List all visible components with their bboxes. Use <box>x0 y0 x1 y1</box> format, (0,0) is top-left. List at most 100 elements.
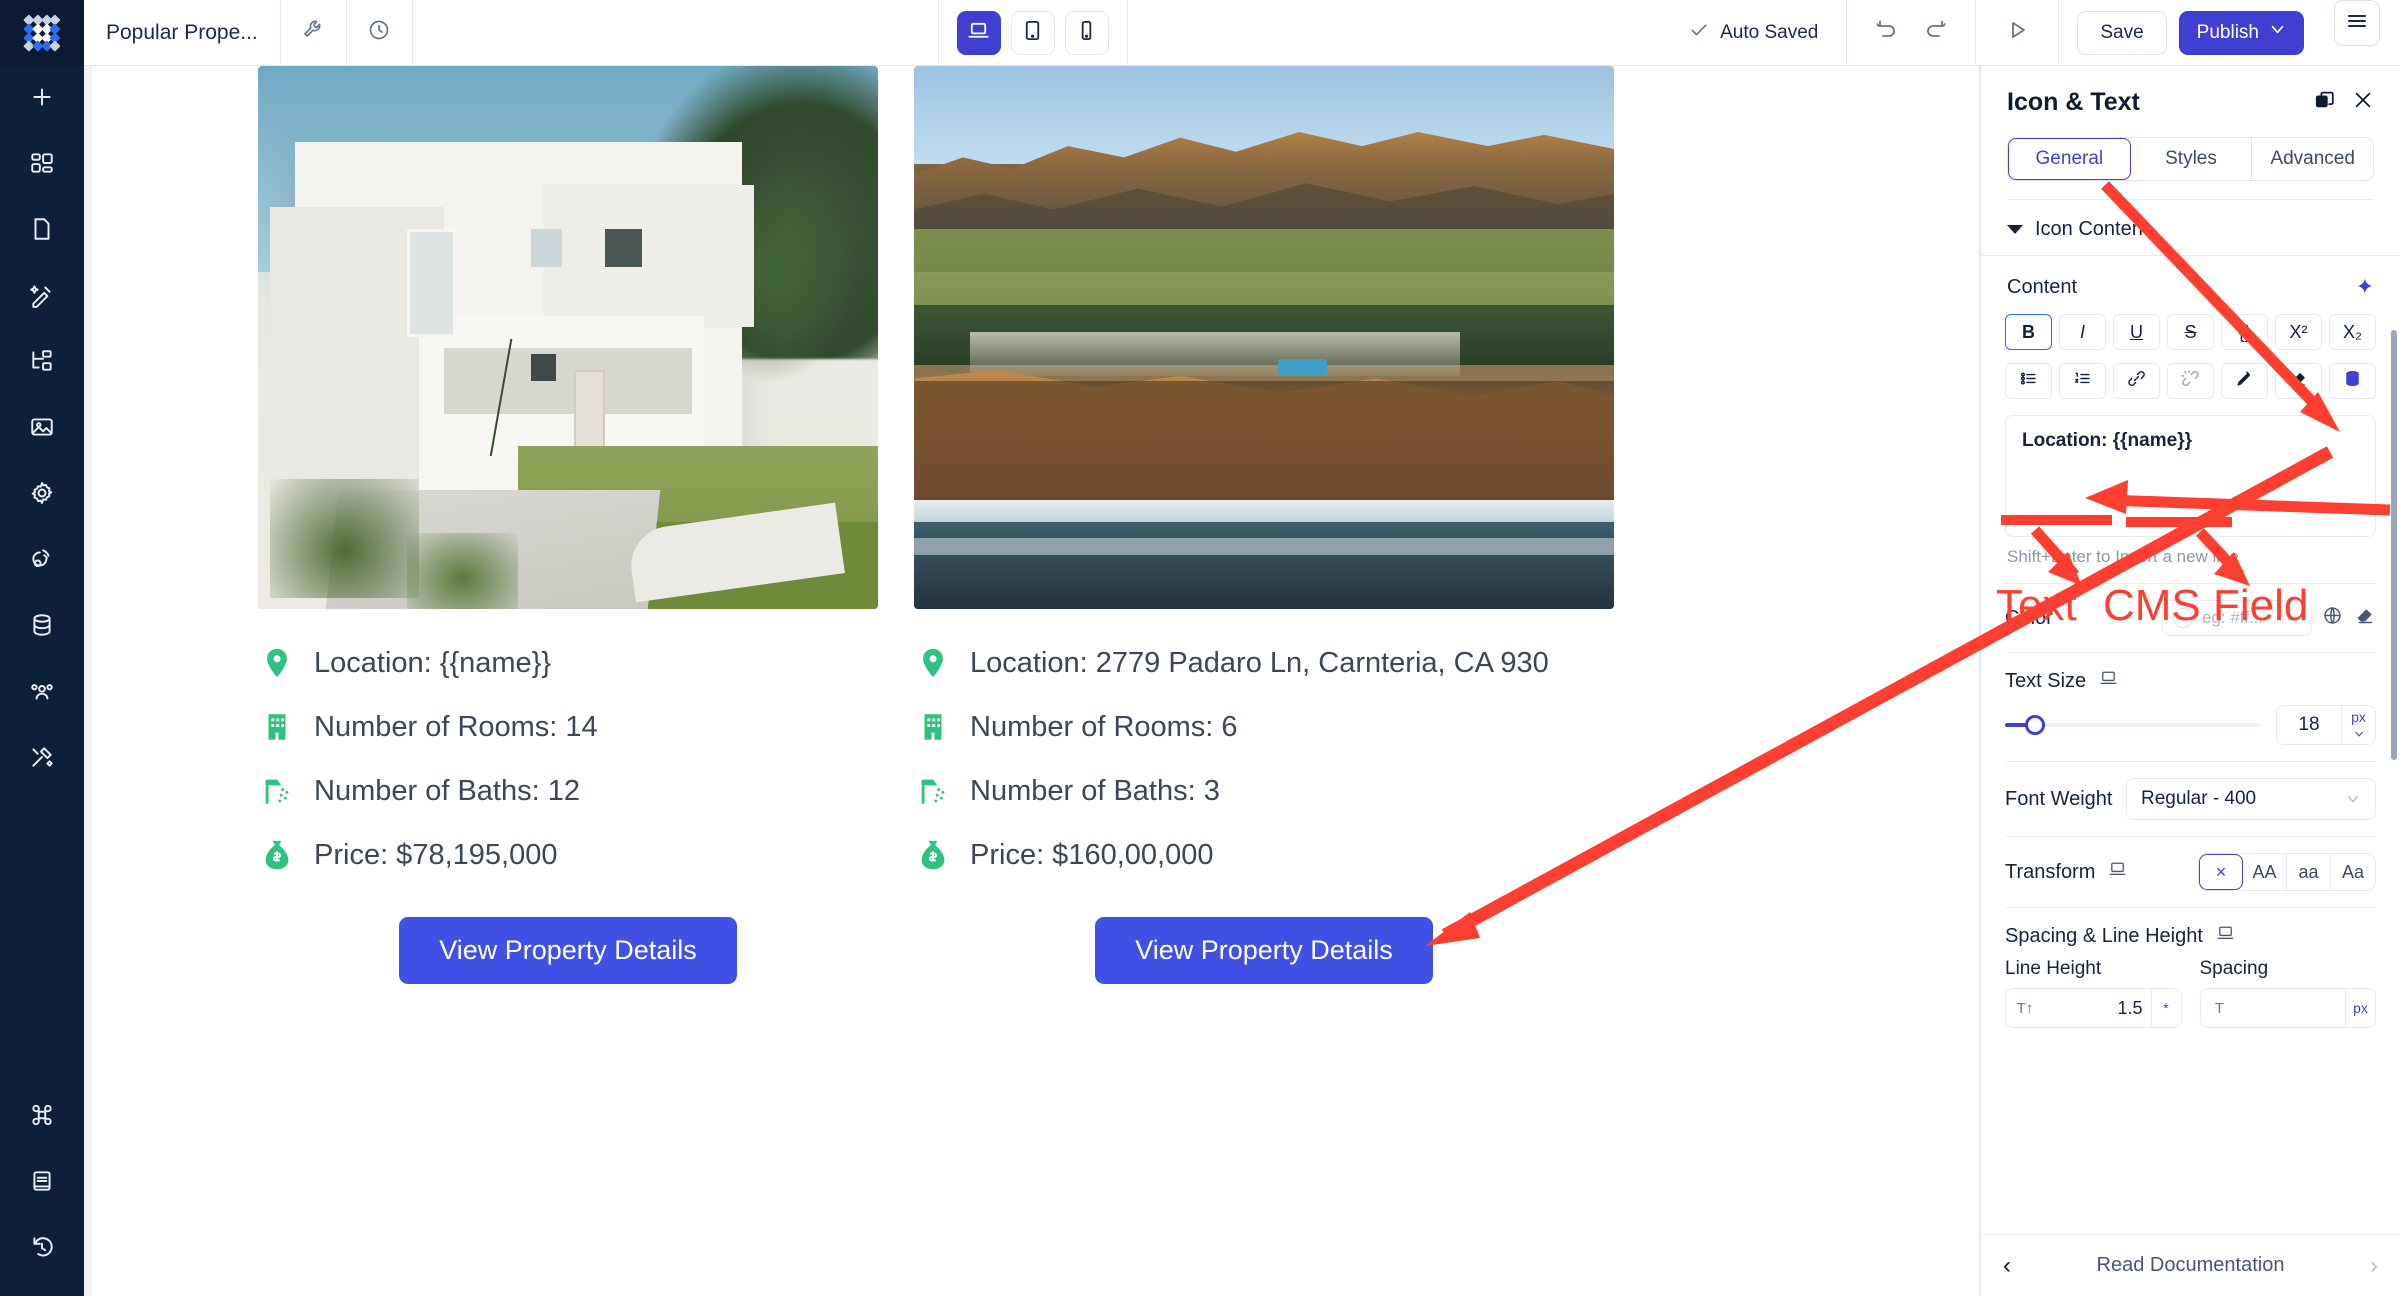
play-icon <box>2005 18 2029 47</box>
view-property-details-button[interactable]: View Property Details <box>1095 917 1433 984</box>
property-image[interactable] <box>258 66 878 609</box>
sidebar-item-users[interactable] <box>0 660 84 726</box>
sidebar-item-add[interactable] <box>0 66 84 132</box>
subscript-button[interactable]: X₂ <box>2329 314 2376 350</box>
sparkle-ai-icon[interactable]: ✦ <box>2356 274 2374 300</box>
read-documentation-link[interactable]: Read Documentation <box>2097 1254 2285 1277</box>
italic-button[interactable]: I <box>2059 314 2106 350</box>
transform-uppercase-button[interactable]: AA <box>2243 854 2287 890</box>
sidebar-item-database[interactable] <box>0 594 84 660</box>
text-size-unit[interactable]: px <box>2341 706 2375 744</box>
font-weight-select[interactable]: Regular - 400 <box>2126 778 2376 820</box>
slider-knob[interactable] <box>2025 715 2046 735</box>
link-button[interactable] <box>2113 363 2160 399</box>
chevron-left-icon[interactable]: ‹ <box>2003 1252 2011 1280</box>
view-property-details-button[interactable]: View Property Details <box>399 917 737 984</box>
sidebar-item-settings[interactable] <box>0 462 84 528</box>
location-pin-icon <box>258 646 296 680</box>
device-mobile-button[interactable] <box>1064 10 1109 55</box>
panel-scrollbar[interactable] <box>2391 330 2397 760</box>
settings-panel: Icon & Text General Styles Advanced Icon… <box>1980 66 2400 1296</box>
clear-format-button[interactable] <box>2275 363 2322 399</box>
eraser-icon[interactable] <box>2355 605 2376 631</box>
sidebar-item-layers[interactable] <box>0 330 84 396</box>
sidebar-item-design[interactable] <box>0 264 84 330</box>
property-card[interactable]: Location: {{name}} Number of Rooms: 14 N… <box>258 66 878 984</box>
sidebar-item-shortcuts[interactable] <box>0 1084 84 1150</box>
publish-button[interactable]: Publish <box>2178 10 2304 55</box>
preview-button-wrap <box>1976 0 2060 65</box>
app-logo[interactable] <box>0 0 84 66</box>
chevron-right-icon[interactable]: › <box>2370 1252 2378 1280</box>
line-height-input[interactable]: T↑ 1.5 * <box>2005 988 2182 1028</box>
chevron-down-icon <box>2353 725 2365 741</box>
device-desktop-button[interactable] <box>956 10 1001 55</box>
page-title[interactable]: Popular Prope... <box>84 0 281 65</box>
sidebar-item-docs[interactable] <box>0 1150 84 1216</box>
history-button[interactable] <box>347 0 413 65</box>
letter-spacing-input[interactable]: T px <box>2199 988 2376 1028</box>
bold-button[interactable]: B <box>2005 314 2052 350</box>
wrench-button[interactable] <box>281 0 347 65</box>
tab-advanced[interactable]: Advanced <box>2252 138 2373 180</box>
strikethrough-glyph: S <box>2184 321 2197 342</box>
redo-button[interactable] <box>1915 12 1957 54</box>
numbered-list-button[interactable] <box>2059 363 2106 399</box>
unlink-icon <box>2181 369 2200 393</box>
transform-capitalize-button[interactable]: Aa <box>2331 854 2375 890</box>
meta-row-rooms: Number of Rooms: 6 <box>914 695 1614 759</box>
cms-field-button[interactable] <box>2329 363 2376 399</box>
code-glyph: {} <box>2238 321 2251 342</box>
code-button[interactable]: {} <box>2221 314 2268 350</box>
highlighter-button[interactable] <box>2221 363 2268 399</box>
superscript-button[interactable]: X² <box>2275 314 2322 350</box>
letter-spacing-unit[interactable]: px <box>2345 989 2375 1027</box>
line-height-value[interactable]: 1.5 <box>2044 989 2151 1027</box>
sidebar-item-widgets[interactable] <box>0 132 84 198</box>
panel-body[interactable]: Icon Content Content ✦ B I U S {} X² X₂ … <box>1981 200 2400 1234</box>
panel-tabs: General Styles Advanced <box>2007 137 2374 181</box>
close-icon[interactable] <box>2352 89 2374 116</box>
text-size-input[interactable]: 18 px <box>2276 705 2376 745</box>
canvas-frame[interactable]: Location: {{name}} Number of Rooms: 14 N… <box>92 66 1979 1296</box>
meta-row-location: Location: 2779 Padaro Ln, Carnteria, CA … <box>914 631 1614 695</box>
laptop-icon[interactable] <box>2215 924 2236 948</box>
device-tablet-button[interactable] <box>1010 10 1055 55</box>
menu-button[interactable] <box>2334 0 2380 46</box>
sidebar-item-pages[interactable] <box>0 198 84 264</box>
sidebar-item-revisions[interactable] <box>0 1216 84 1282</box>
sidebar-item-tools[interactable] <box>0 726 84 792</box>
transform-lowercase-button[interactable]: aa <box>2287 854 2331 890</box>
tab-styles[interactable]: Styles <box>2131 138 2253 180</box>
globe-icon[interactable] <box>2322 605 2343 631</box>
undo-button[interactable] <box>1865 12 1907 54</box>
property-card[interactable]: Location: 2779 Padaro Ln, Carnteria, CA … <box>914 66 1614 984</box>
preview-button[interactable] <box>1996 12 2038 54</box>
save-button[interactable]: Save <box>2077 10 2167 55</box>
tab-general[interactable]: General <box>2008 138 2131 180</box>
duplicate-icon[interactable] <box>2314 89 2336 116</box>
layers-tree-icon <box>29 348 55 379</box>
device-switcher <box>937 0 1128 65</box>
letter-spacing-field: Spacing T px <box>2199 958 2376 1028</box>
line-height-unit[interactable]: * <box>2150 989 2181 1027</box>
property-image[interactable] <box>914 66 1614 609</box>
sidebar-item-publish-status[interactable] <box>0 528 84 594</box>
unlink-button[interactable] <box>2167 363 2214 399</box>
section-icon-content[interactable]: Icon Content <box>1981 200 2400 255</box>
text-size-value[interactable]: 18 <box>2277 706 2341 744</box>
laptop-icon[interactable] <box>2107 860 2128 884</box>
underline-button[interactable]: U <box>2113 314 2160 350</box>
color-swatch[interactable] <box>2173 608 2193 628</box>
bullet-list-button[interactable] <box>2005 363 2052 399</box>
sidebar-item-media[interactable] <box>0 396 84 462</box>
color-input[interactable]: eg: #ff... <box>2162 600 2312 636</box>
letter-spacing-value[interactable] <box>2239 989 2346 1027</box>
content-editor[interactable]: Location: {{name}} <box>2005 415 2376 537</box>
strikethrough-button[interactable]: S <box>2167 314 2214 350</box>
caret-down-icon[interactable] <box>2007 225 2023 234</box>
transform-none-button[interactable]: × <box>2199 854 2243 890</box>
text-size-slider[interactable] <box>2005 715 2260 735</box>
laptop-icon[interactable] <box>2098 669 2119 693</box>
app-root: Popular Prope... Auto Saved Save Publish… <box>0 0 2400 1296</box>
